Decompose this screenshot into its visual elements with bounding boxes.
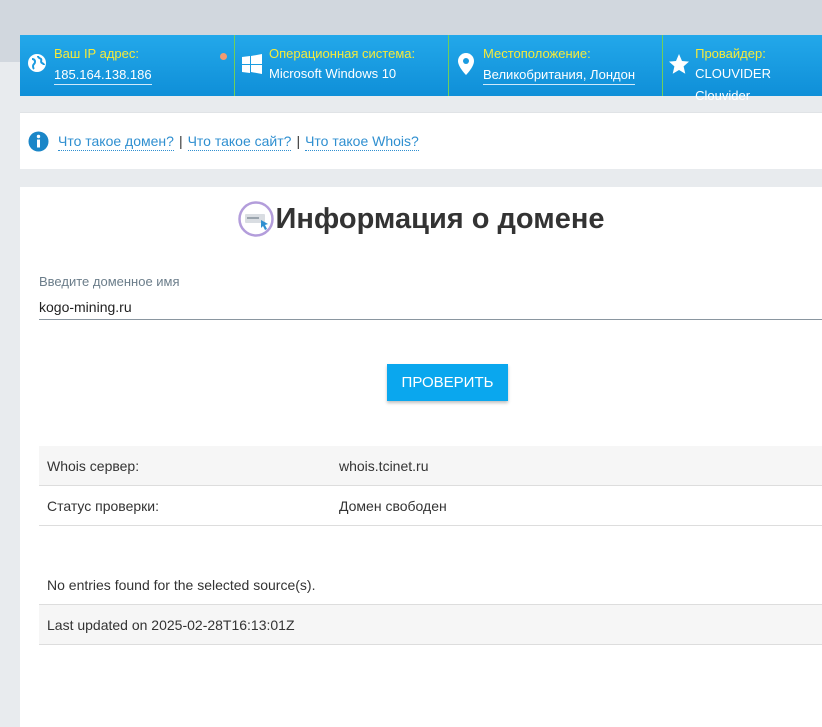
ip-info: Ваш IP адрес: 185.164.138.186: [20, 35, 234, 96]
faq-link-site[interactable]: Что такое сайт?: [187, 132, 292, 151]
faq-separator: |: [178, 133, 183, 149]
map-pin-icon: [449, 45, 483, 75]
os-value: Microsoft Windows 10: [269, 66, 397, 81]
location-info: Местоположение: Великобритания, Лондон: [448, 35, 662, 96]
result-table: Whois сервер: whois.tcinet.ru Статус про…: [39, 446, 822, 526]
info-icon: [28, 131, 49, 152]
status-dot: [220, 53, 227, 60]
table-row: Whois сервер: whois.tcinet.ru: [39, 446, 822, 486]
faq-separator: |: [296, 133, 301, 149]
row-value: whois.tcinet.ru: [339, 457, 429, 474]
raw-line: Last updated on 2025-02-28T16:13:01Z: [39, 605, 822, 645]
page-title: Информация о домене: [275, 202, 605, 235]
location-value-link[interactable]: Великобритания, Лондон: [483, 66, 635, 85]
faq-link-whois[interactable]: Что такое Whois?: [305, 132, 419, 151]
domain-browser-icon: [237, 201, 274, 237]
check-button[interactable]: ПРОВЕРИТЬ: [387, 364, 508, 401]
os-label: Операционная система:: [269, 46, 416, 61]
ip-value-link[interactable]: 185.164.138.186: [54, 66, 152, 85]
visitor-info-bar: Ваш IP адрес: 185.164.138.186 Операционн…: [20, 35, 822, 103]
raw-line: No entries found for the selected source…: [39, 565, 822, 605]
raw-whois-output: No entries found for the selected source…: [39, 565, 822, 645]
row-key: Whois сервер:: [47, 457, 140, 474]
faq-bar: Что такое домен? | Что такое сайт? | Что…: [20, 112, 822, 169]
row-value: Домен свободен: [339, 497, 447, 514]
row-key: Статус проверки:: [47, 497, 159, 514]
title-row: Информация о домене: [20, 201, 822, 237]
star-icon: [663, 45, 695, 75]
location-label: Местоположение:: [483, 46, 591, 61]
windows-icon: [235, 45, 269, 75]
domain-input[interactable]: [39, 295, 822, 320]
ip-label: Ваш IP адрес:: [54, 46, 139, 61]
provider-info: Провайдер: CLOUVIDER Clouvider: [662, 35, 822, 103]
faq-link-domain[interactable]: Что такое домен?: [58, 132, 174, 151]
provider-value: CLOUVIDER Clouvider: [695, 66, 771, 103]
domain-field-label: Введите доменное имя: [39, 274, 180, 289]
globe-icon: [20, 45, 54, 73]
table-row: Статус проверки: Домен свободен: [39, 486, 822, 526]
os-info: Операционная система: Microsoft Windows …: [234, 35, 448, 96]
provider-label: Провайдер:: [695, 46, 766, 61]
whois-card: Информация о домене Введите доменное имя…: [20, 187, 822, 727]
